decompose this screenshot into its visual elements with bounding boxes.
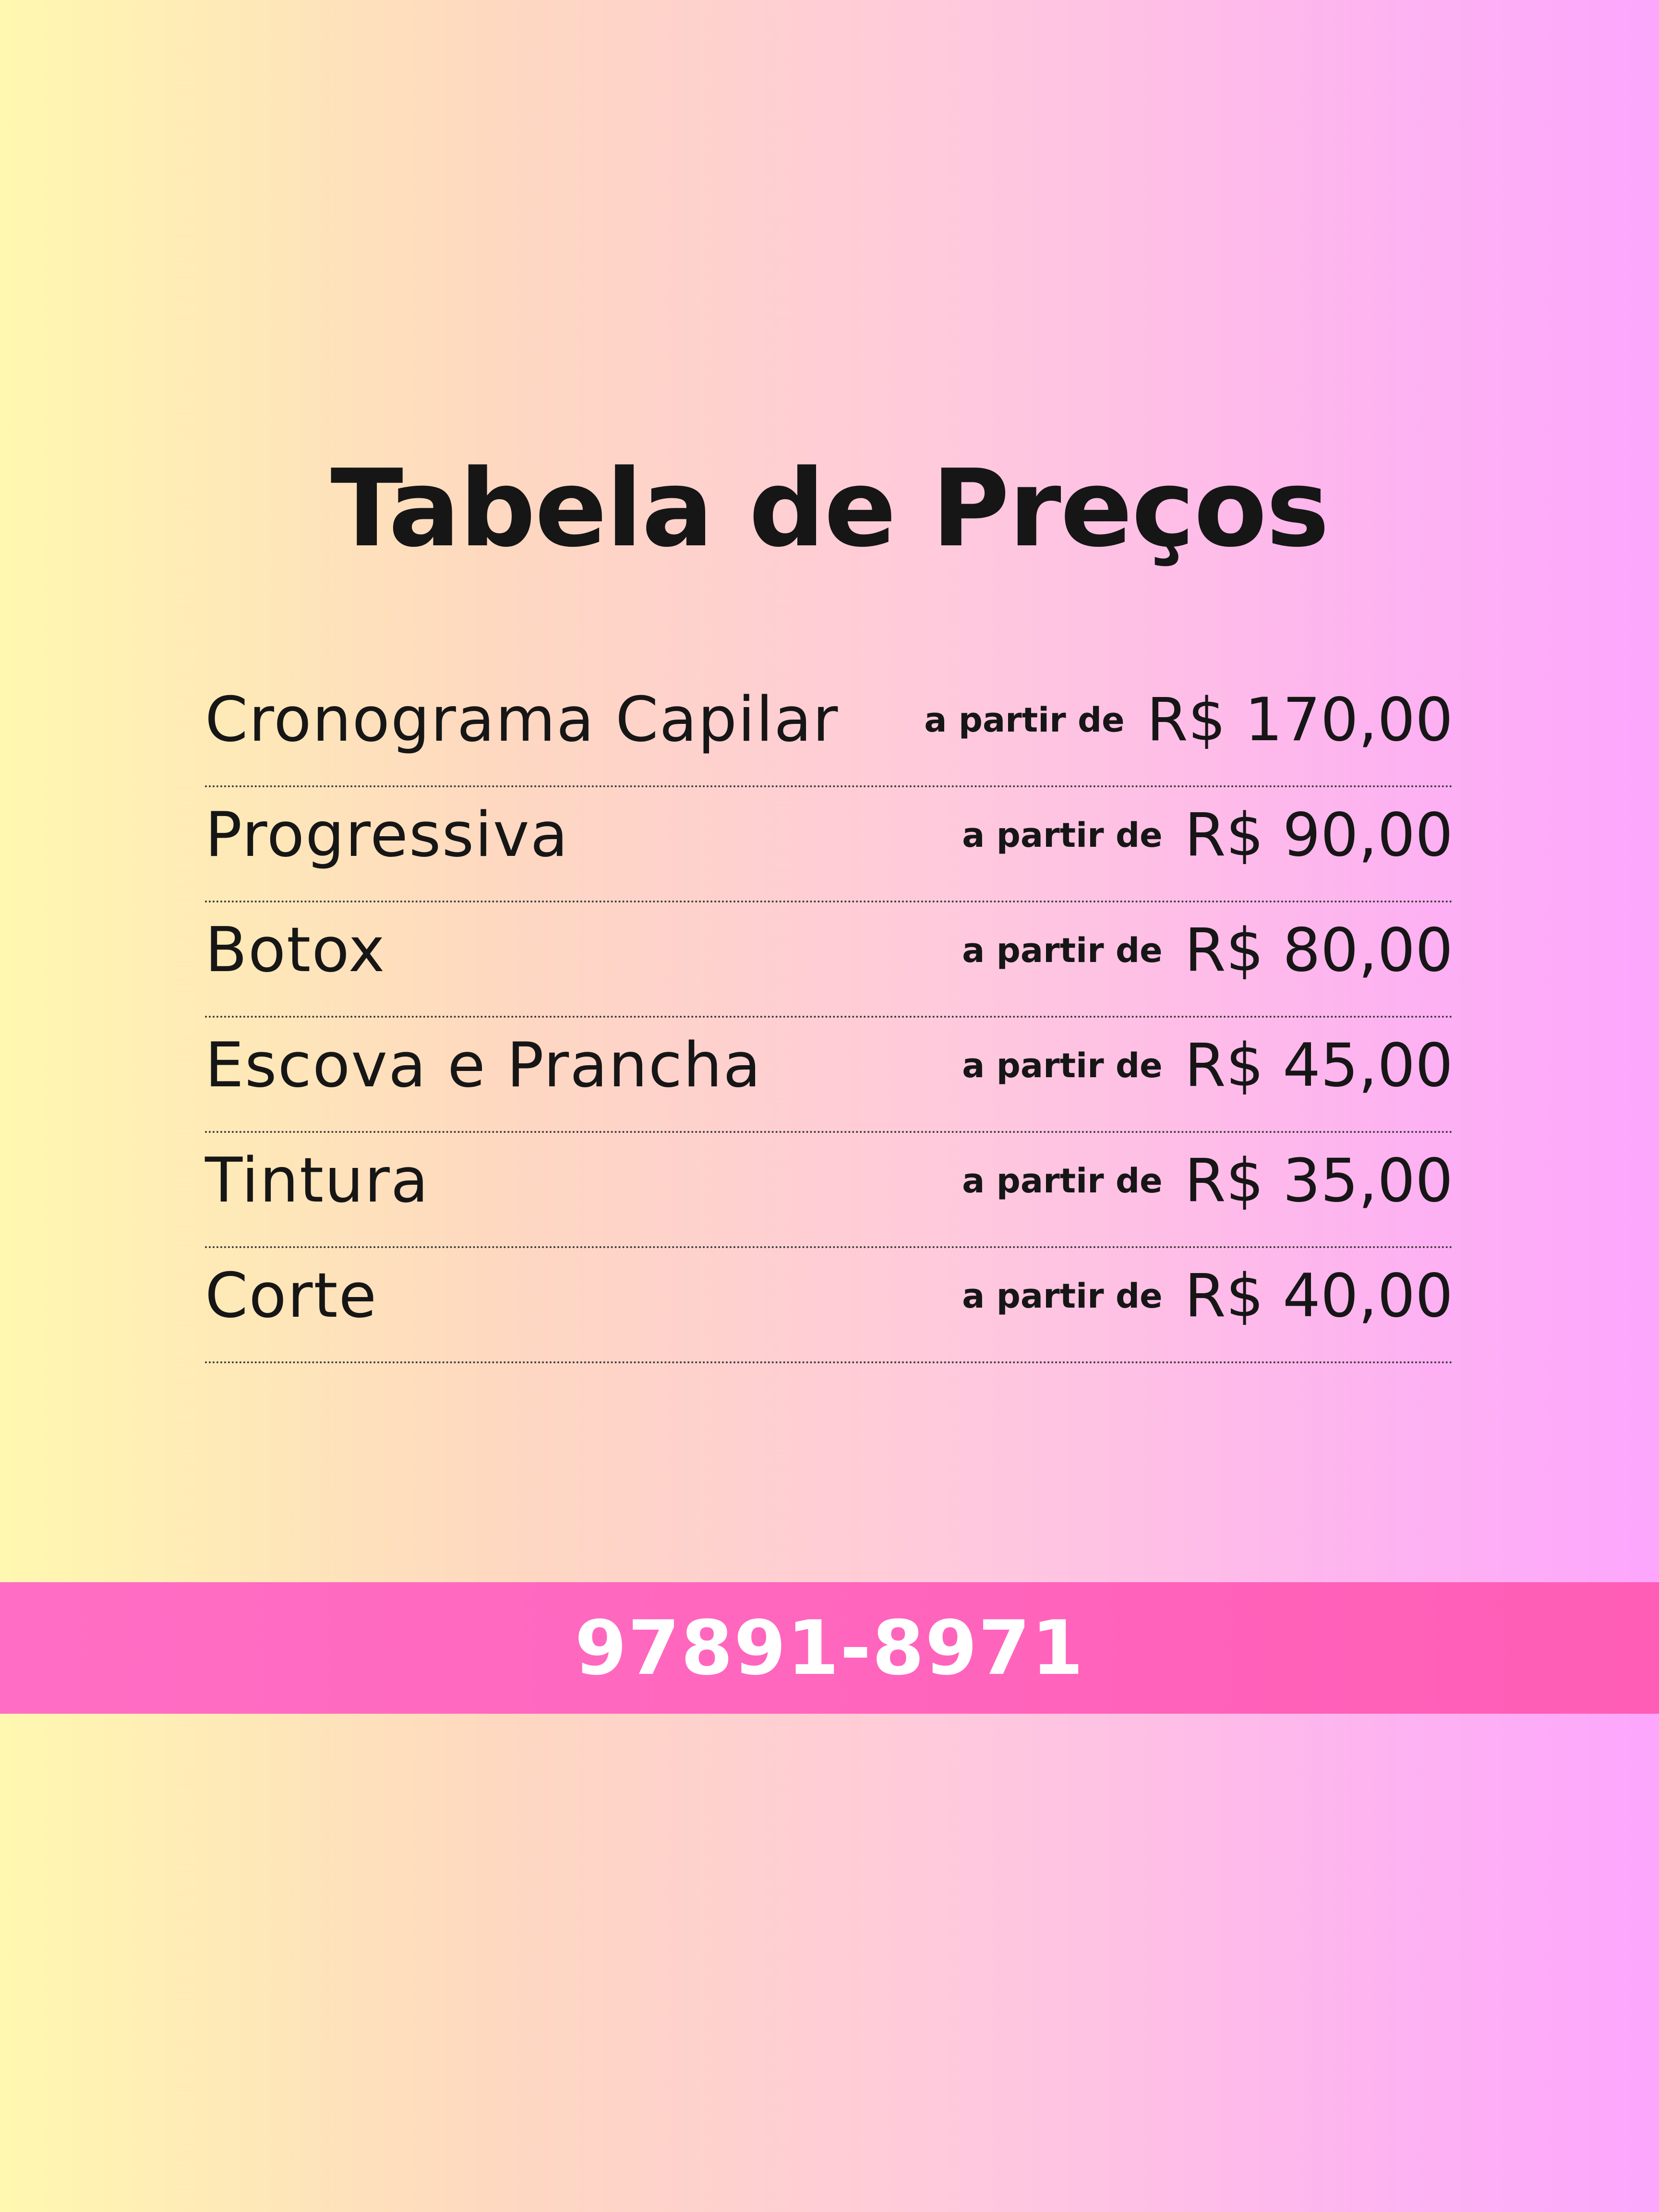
page-title: Tabela de Preços: [330, 447, 1329, 571]
price-value: R$ 35,00: [1184, 1146, 1453, 1215]
from-label: a partir de: [962, 1276, 1163, 1316]
price-list: Cronograma Capilar a partir de R$ 170,00 …: [205, 672, 1453, 1363]
from-label: a partir de: [962, 816, 1163, 855]
service-name: Progressiva: [205, 799, 569, 871]
from-label: a partir de: [962, 1046, 1163, 1085]
from-label: a partir de: [962, 1161, 1163, 1201]
price-group: a partir de R$ 35,00: [962, 1142, 1453, 1219]
price-value: R$ 40,00: [1184, 1262, 1453, 1331]
price-value: R$ 170,00: [1146, 685, 1453, 755]
price-row-botox: Botox a partir de R$ 80,00: [205, 902, 1453, 1018]
price-value: R$ 80,00: [1184, 916, 1453, 985]
price-group: a partir de R$ 45,00: [962, 1027, 1453, 1104]
contact-band: 97891-8971: [0, 1582, 1659, 1714]
service-name: Escova e Prancha: [205, 1030, 762, 1101]
price-group: a partir de R$ 80,00: [962, 912, 1453, 989]
from-label: a partir de: [924, 700, 1125, 740]
price-group: a partir de R$ 90,00: [962, 797, 1453, 874]
service-name: Corte: [205, 1260, 378, 1332]
price-value: R$ 90,00: [1184, 801, 1453, 870]
from-label: a partir de: [962, 931, 1163, 970]
price-value: R$ 45,00: [1184, 1031, 1453, 1100]
price-row-progressiva: Progressiva a partir de R$ 90,00: [205, 787, 1453, 902]
price-row-cronograma-capilar: Cronograma Capilar a partir de R$ 170,00: [205, 672, 1453, 787]
price-group: a partir de R$ 40,00: [962, 1258, 1453, 1334]
price-row-escova-e-prancha: Escova e Prancha a partir de R$ 45,00: [205, 1018, 1453, 1133]
price-row-corte: Corte a partir de R$ 40,00: [205, 1248, 1453, 1363]
price-group: a partir de R$ 170,00: [924, 682, 1453, 758]
phone-number: 97891-8971: [575, 1604, 1084, 1692]
price-row-tintura: Tintura a partir de R$ 35,00: [205, 1133, 1453, 1248]
service-name: Tintura: [205, 1145, 430, 1216]
service-name: Cronograma Capilar: [205, 684, 839, 756]
service-name: Botox: [205, 914, 386, 986]
